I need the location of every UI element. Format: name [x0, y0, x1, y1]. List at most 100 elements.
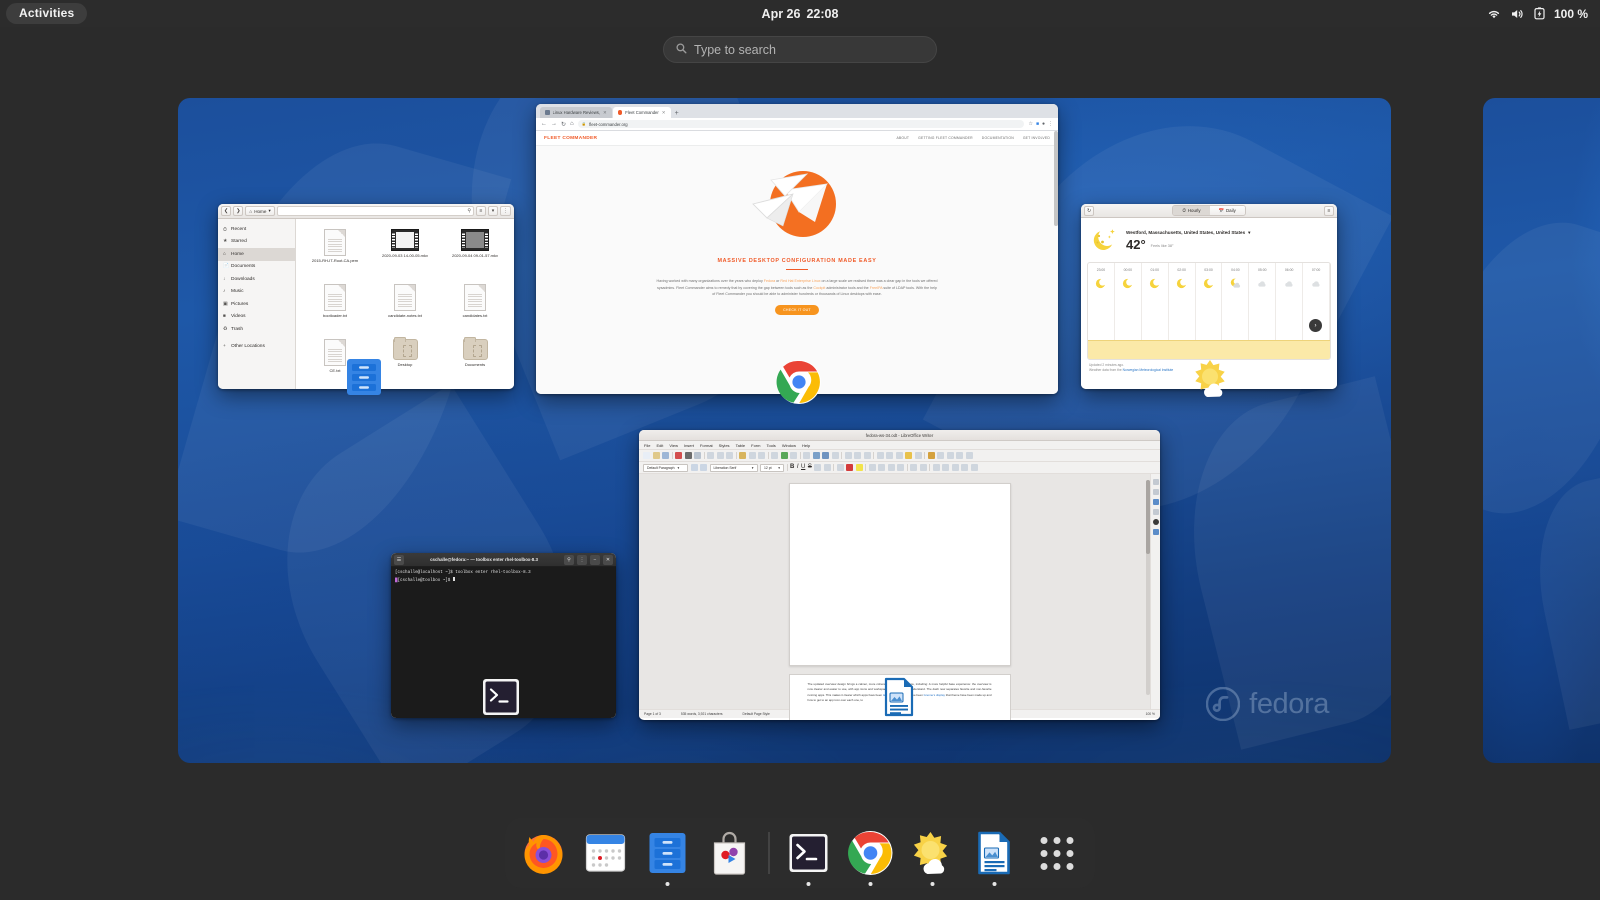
hero-link-freeipa[interactable]: FreeIPA — [870, 286, 883, 290]
strikethrough-icon[interactable]: S — [808, 464, 812, 471]
close-button[interactable]: ✕ — [603, 555, 613, 565]
dock-item-calendar[interactable] — [580, 827, 632, 879]
nav-link-get-involved[interactable]: GET INVOLVED — [1023, 136, 1050, 140]
sidebar-item-pictures[interactable]: ▣ Pictures — [218, 298, 295, 311]
activities-button[interactable]: Activities — [6, 3, 87, 24]
sidebar-button[interactable]: ☰ — [394, 555, 404, 565]
menu-tools[interactable]: Tools — [766, 443, 775, 448]
search-icon[interactable]: ⚲ — [467, 208, 471, 214]
menu-insert[interactable]: Insert — [684, 443, 694, 448]
page-scrollbar[interactable] — [1054, 131, 1058, 226]
clock-button[interactable]: Apr 2622:08 — [0, 7, 1600, 21]
align-right-icon[interactable] — [888, 464, 895, 471]
clear-formatting-icon[interactable] — [837, 464, 844, 471]
hamburger-icon[interactable]: ≡ — [1324, 206, 1334, 216]
menu-button[interactable]: ⋮ — [577, 555, 587, 565]
minimize-button[interactable]: − — [590, 555, 600, 565]
sidebar-styles-icon[interactable] — [1153, 499, 1159, 505]
document-page-1[interactable] — [789, 483, 1011, 666]
chevron-down-icon[interactable]: ▾ — [1248, 230, 1250, 236]
file-item[interactable]: candidates.txt — [440, 284, 510, 334]
dock-item-software[interactable] — [704, 827, 756, 879]
sidebar-gallery-icon[interactable] — [1153, 509, 1159, 515]
sidebar-item-trash[interactable]: ♻ Trash — [218, 323, 295, 336]
sidebar-navigator-icon[interactable] — [1153, 519, 1159, 525]
sidebar-page-icon[interactable] — [1153, 529, 1159, 535]
view-dropdown-button[interactable]: ▾ — [488, 206, 498, 216]
workspace-thumbnail-current[interactable]: fedora ❮ ❯ ⌂ Home ▾ ⚲ ≡ ▾ ⋮ — [178, 98, 1391, 763]
line-spacing-icon[interactable] — [961, 464, 968, 471]
ordered-list-icon[interactable] — [920, 464, 927, 471]
update-style-icon[interactable] — [691, 464, 698, 471]
workspace-thumbnail-next[interactable] — [1483, 98, 1600, 763]
italic-icon[interactable]: I — [797, 464, 799, 471]
insert-cross-reference-icon[interactable] — [915, 452, 922, 459]
menu-format[interactable]: Format — [700, 443, 713, 448]
align-left-icon[interactable] — [869, 464, 876, 471]
new-tab-button[interactable]: + — [675, 110, 679, 117]
insert-endnote-icon[interactable] — [896, 452, 903, 459]
insert-special-character-icon[interactable] — [864, 452, 871, 459]
source-link[interactable]: Norwegian Meteorological Institute — [1123, 368, 1174, 372]
location-entry[interactable]: ⚲ — [277, 206, 474, 216]
menu-styles[interactable]: Styles — [719, 443, 730, 448]
align-center-icon[interactable] — [878, 464, 885, 471]
font-color-icon[interactable] — [846, 464, 853, 471]
redo-icon[interactable] — [758, 452, 765, 459]
insert-textbox-icon[interactable] — [832, 452, 839, 459]
formatting-marks-icon[interactable] — [790, 452, 797, 459]
dock-item-files[interactable] — [642, 827, 694, 879]
print-preview-icon[interactable] — [694, 452, 701, 459]
insert-field-icon[interactable] — [854, 452, 861, 459]
increase-indent-icon[interactable] — [942, 464, 949, 471]
file-item[interactable]: 2020-09-03 14-00-05.mkv — [370, 229, 440, 279]
insert-image-icon[interactable] — [813, 452, 820, 459]
page-break-icon[interactable] — [845, 452, 852, 459]
hero-link-rhel[interactable]: Red Hat Enterprise Linux — [780, 279, 820, 283]
paragraph-style-icon[interactable] — [971, 464, 978, 471]
find-replace-icon[interactable] — [771, 452, 778, 459]
insert-table-icon[interactable] — [803, 452, 810, 459]
bold-icon[interactable]: B — [790, 464, 794, 471]
sidebar-item-music[interactable]: ♪ Music — [218, 286, 295, 299]
tab-hourly[interactable]: ⏱Hourly — [1173, 206, 1209, 215]
bookmark-star-icon[interactable]: ☆ — [1028, 121, 1032, 127]
sidebar-item-downloads[interactable]: ↓ Downloads — [218, 273, 295, 286]
forward-icon[interactable]: → — [551, 121, 557, 127]
sidebar-item-videos[interactable]: ■ Videos — [218, 311, 295, 324]
hero-link-cockpit[interactable]: Cockpit — [813, 286, 825, 290]
home-icon[interactable]: ⌂ — [570, 121, 574, 127]
insert-hyperlink-icon[interactable] — [877, 452, 884, 459]
extension-icon[interactable]: ■ — [1036, 121, 1039, 127]
show-draw-functions-icon[interactable] — [966, 452, 973, 459]
file-item[interactable]: 2020-09-04 09-01-57.mkv — [440, 229, 510, 279]
refresh-icon[interactable]: ↻ — [1084, 206, 1094, 216]
sidebar-properties-icon[interactable] — [1153, 489, 1159, 495]
highlight-color-icon[interactable] — [856, 464, 863, 471]
export-pdf-icon[interactable] — [675, 452, 682, 459]
sidebar-item-home[interactable]: ⌂ Home — [218, 248, 295, 261]
hero-link-fedora[interactable]: Fedora — [764, 279, 775, 283]
undo-icon[interactable] — [749, 452, 756, 459]
insert-footnote-icon[interactable] — [886, 452, 893, 459]
sidebar-item-starred[interactable]: ★ Starred — [218, 236, 295, 249]
copy-icon[interactable] — [717, 452, 724, 459]
forward-button[interactable]: ❯ — [233, 206, 243, 216]
sidebar-item-documents[interactable]: 📄 Documents — [218, 261, 295, 274]
dock-item-chrome[interactable] — [845, 827, 897, 879]
site-logo[interactable]: FLEET COMMANDER — [544, 136, 597, 141]
back-icon[interactable]: ← — [541, 121, 547, 127]
browser-tab[interactable]: Linux Hardware Reviews, ✕ — [540, 107, 612, 118]
font-size-combo[interactable]: 12 pt▾ — [760, 464, 784, 472]
check-it-out-button[interactable]: CHECK IT OUT — [775, 305, 819, 315]
search-button[interactable]: ⚲ — [564, 555, 574, 565]
path-bar[interactable]: ⌂ Home ▾ — [245, 206, 274, 216]
cut-icon[interactable] — [707, 452, 714, 459]
nav-link-about[interactable]: ABOUT — [896, 136, 909, 140]
justify-icon[interactable] — [897, 464, 904, 471]
open-icon[interactable] — [653, 452, 660, 459]
menu-window[interactable]: Window — [782, 443, 796, 448]
show-applications-button[interactable] — [1031, 827, 1083, 879]
search-input[interactable]: Type to search — [663, 36, 937, 63]
subscript-icon[interactable] — [824, 464, 831, 471]
